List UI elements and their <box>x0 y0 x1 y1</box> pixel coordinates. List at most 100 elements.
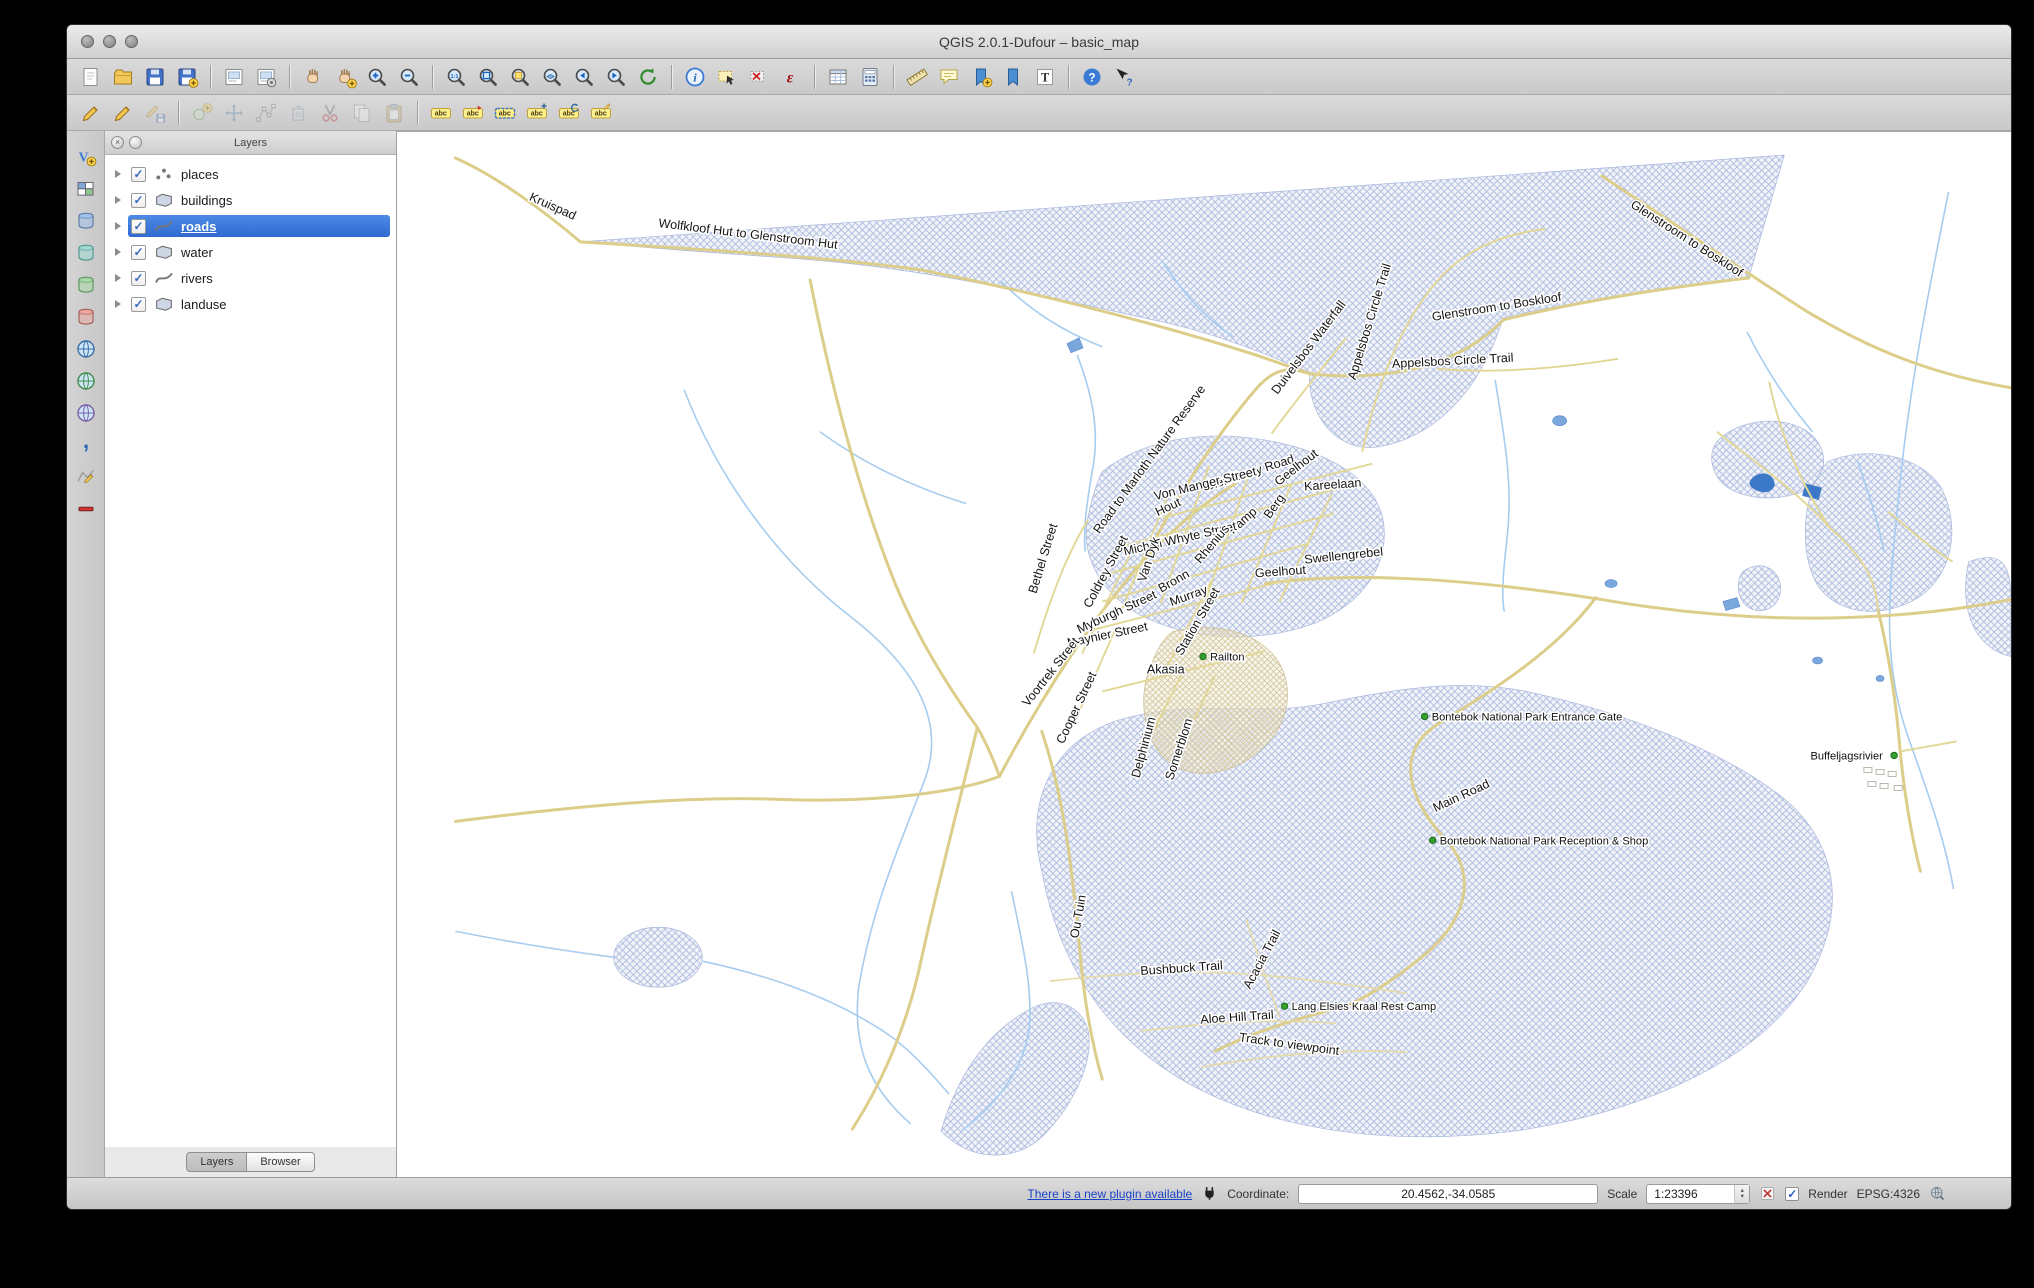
crs-status-icon[interactable] <box>1929 1185 1946 1202</box>
expand-arrow-icon[interactable] <box>115 170 121 178</box>
layer-item-places[interactable]: ✓places <box>105 161 396 187</box>
scale-combo[interactable]: 1:23396 ▴▾ <box>1646 1184 1750 1204</box>
expand-arrow-icon[interactable] <box>115 222 121 230</box>
paste-features-button[interactable] <box>379 98 409 128</box>
copy-features-button[interactable] <box>347 98 377 128</box>
layer-visibility-checkbox[interactable]: ✓ <box>131 219 146 234</box>
add-vector-layer-button[interactable]: V <box>71 142 101 172</box>
node-tool-button[interactable] <box>251 98 281 128</box>
add-spatialite-layer-button[interactable] <box>71 238 101 268</box>
zoom-in-button[interactable] <box>362 62 392 92</box>
delete-selected-button[interactable] <box>283 98 313 128</box>
save-layer-edits-button[interactable] <box>140 98 170 128</box>
add-feature-button[interactable] <box>187 98 217 128</box>
label-pin-button[interactable]: abc <box>458 98 488 128</box>
layer-visibility-checkbox[interactable]: ✓ <box>131 297 146 312</box>
select-by-expression-button[interactable]: ε <box>776 62 806 92</box>
label-pin-icon: abc <box>461 101 485 125</box>
layer-item-water[interactable]: ✓water <box>105 239 396 265</box>
add-mssql-layer-button[interactable] <box>71 270 101 300</box>
zoom-next-button[interactable] <box>601 62 631 92</box>
add-oracle-layer-button[interactable] <box>71 302 101 332</box>
cut-features-button[interactable] <box>315 98 345 128</box>
identify-features-button[interactable]: i <box>680 62 710 92</box>
map-view[interactable]: KruispadWolfkloof Hut to Glenstroom HutG… <box>397 131 2011 1177</box>
add-delimited-text-layer-button[interactable]: , <box>71 430 101 460</box>
zoom-native-button[interactable]: 1:1 <box>441 62 471 92</box>
expand-arrow-icon[interactable] <box>115 274 121 282</box>
layer-visibility-checkbox[interactable]: ✓ <box>131 167 146 182</box>
zoom-out-icon <box>397 65 421 89</box>
save-project-button[interactable] <box>140 62 170 92</box>
open-attribute-table-button[interactable] <box>823 62 853 92</box>
minimize-window-button[interactable] <box>103 35 116 48</box>
map-tips-button[interactable] <box>934 62 964 92</box>
label-highlight-icon: abc <box>493 101 517 125</box>
layer-visibility-checkbox[interactable]: ✓ <box>131 245 146 260</box>
select-features-button[interactable] <box>712 62 742 92</box>
expand-arrow-icon[interactable] <box>115 196 121 204</box>
layer-visibility-checkbox[interactable]: ✓ <box>131 271 146 286</box>
deselect-features-button[interactable] <box>744 62 774 92</box>
new-shapefile-layer-button[interactable] <box>71 462 101 492</box>
plugin-available-link[interactable]: There is a new plugin available <box>1027 1187 1192 1201</box>
panel-close-button[interactable]: × <box>111 136 124 149</box>
main-toolbar: 1:1 i ε T?? <box>67 59 2011 95</box>
save-layer-edits-icon <box>143 101 167 125</box>
pan-map-button[interactable] <box>298 62 328 92</box>
add-raster-layer-button[interactable] <box>71 174 101 204</box>
zoom-window-button[interactable] <box>125 35 138 48</box>
whats-this-button[interactable]: ? <box>1109 62 1139 92</box>
map-canvas[interactable]: KruispadWolfkloof Hut to Glenstroom HutG… <box>397 132 2011 1177</box>
label-options-button[interactable]: abc <box>426 98 456 128</box>
zoom-last-button[interactable] <box>569 62 599 92</box>
move-feature-button[interactable] <box>219 98 249 128</box>
add-postgis-layer-button[interactable] <box>71 206 101 236</box>
change-label-button[interactable]: abc <box>586 98 616 128</box>
stop-render-icon[interactable] <box>1759 1185 1776 1202</box>
add-wms-layer-button[interactable] <box>71 334 101 364</box>
remove-layer-button[interactable] <box>71 494 101 524</box>
coordinate-input[interactable] <box>1298 1184 1598 1204</box>
layer-item-landuse[interactable]: ✓landuse <box>105 291 396 317</box>
open-project-button[interactable] <box>108 62 138 92</box>
text-annotation-button[interactable]: T <box>1030 62 1060 92</box>
zoom-to-layer-button[interactable] <box>537 62 567 92</box>
close-window-button[interactable] <box>81 35 94 48</box>
help-button[interactable]: ? <box>1077 62 1107 92</box>
toolbar-separator <box>432 65 433 89</box>
layer-item-buildings[interactable]: ✓buildings <box>105 187 396 213</box>
zoom-to-selection-button[interactable] <box>505 62 535 92</box>
add-wcs-layer-button[interactable] <box>71 366 101 396</box>
label-highlight-button[interactable]: abc <box>490 98 520 128</box>
layer-visibility-checkbox[interactable]: ✓ <box>131 193 146 208</box>
new-project-button[interactable] <box>76 62 106 92</box>
panel-tab-layers[interactable]: Layers <box>186 1152 247 1172</box>
rotate-label-button[interactable]: abc <box>554 98 584 128</box>
pan-to-selection-button[interactable] <box>330 62 360 92</box>
refresh-map-button[interactable] <box>633 62 663 92</box>
composer-manager-button[interactable] <box>251 62 281 92</box>
expand-arrow-icon[interactable] <box>115 300 121 308</box>
render-checkbox[interactable]: ✓ <box>1785 1187 1799 1201</box>
svg-text:abc: abc <box>563 110 575 117</box>
node-tool-icon <box>254 101 278 125</box>
move-label-button[interactable]: abc <box>522 98 552 128</box>
toggle-editing-button[interactable] <box>108 98 138 128</box>
add-wfs-layer-button[interactable] <box>71 398 101 428</box>
new-bookmark-button[interactable] <box>966 62 996 92</box>
layer-item-rivers[interactable]: ✓rivers <box>105 265 396 291</box>
combo-arrows-icon[interactable]: ▴▾ <box>1734 1185 1749 1203</box>
new-print-composer-button[interactable] <box>219 62 249 92</box>
field-calculator-button[interactable] <box>855 62 885 92</box>
panel-tab-browser[interactable]: Browser <box>247 1152 314 1172</box>
panel-float-button[interactable] <box>129 136 142 149</box>
zoom-out-button[interactable] <box>394 62 424 92</box>
measure-line-button[interactable] <box>902 62 932 92</box>
layer-item-roads[interactable]: ✓roads <box>105 213 396 239</box>
current-edits-button[interactable] <box>76 98 106 128</box>
save-project-as-button[interactable] <box>172 62 202 92</box>
show-bookmarks-button[interactable] <box>998 62 1028 92</box>
expand-arrow-icon[interactable] <box>115 248 121 256</box>
zoom-full-button[interactable] <box>473 62 503 92</box>
